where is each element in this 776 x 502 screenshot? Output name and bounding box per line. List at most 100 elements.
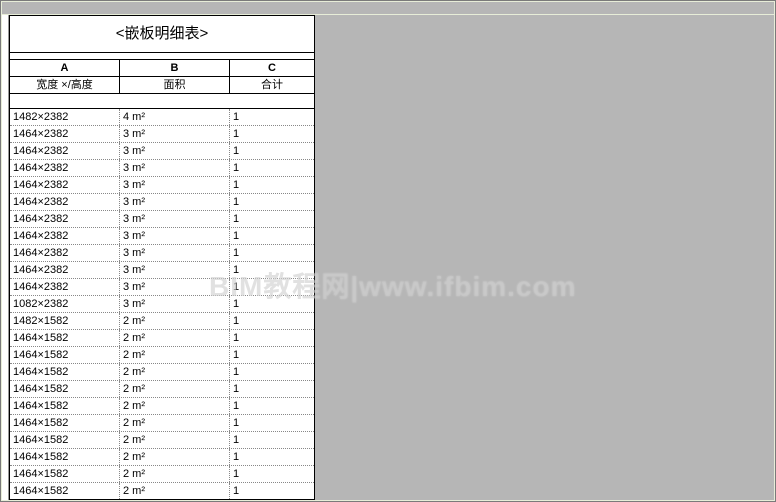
header-area[interactable]: 面积	[120, 77, 230, 93]
table-row[interactable]: 1464×23823 m²1	[10, 245, 314, 262]
cell-area[interactable]: 3 m²	[120, 296, 230, 312]
cell-area[interactable]: 3 m²	[120, 194, 230, 210]
cell-width-height[interactable]: 1464×2382	[10, 194, 120, 210]
column-letters-row: A B C	[10, 60, 314, 77]
cell-area[interactable]: 2 m²	[120, 398, 230, 414]
table-row[interactable]: 1464×15822 m²1	[10, 381, 314, 398]
table-row[interactable]: 1464×23823 m²1	[10, 126, 314, 143]
cell-area[interactable]: 3 m²	[120, 143, 230, 159]
cell-width-height[interactable]: 1482×2382	[10, 109, 120, 125]
cell-area[interactable]: 2 m²	[120, 381, 230, 397]
cell-total[interactable]: 1	[230, 211, 314, 227]
table-row[interactable]: 1464×15822 m²1	[10, 330, 314, 347]
cell-width-height[interactable]: 1464×2382	[10, 262, 120, 278]
col-letter-a[interactable]: A	[10, 60, 120, 76]
cell-total[interactable]: 1	[230, 194, 314, 210]
cell-area[interactable]: 2 m²	[120, 415, 230, 431]
cell-total[interactable]: 1	[230, 279, 314, 295]
cell-total[interactable]: 1	[230, 245, 314, 261]
cell-area[interactable]: 2 m²	[120, 432, 230, 448]
table-row[interactable]: 1464×23823 m²1	[10, 143, 314, 160]
header-width-height[interactable]: 宽度 ×/高度	[10, 77, 120, 93]
cell-area[interactable]: 2 m²	[120, 347, 230, 363]
cell-total[interactable]: 1	[230, 364, 314, 380]
cell-width-height[interactable]: 1464×2382	[10, 177, 120, 193]
table-row[interactable]: 1464×15822 m²1	[10, 449, 314, 466]
cell-area[interactable]: 3 m²	[120, 228, 230, 244]
cell-width-height[interactable]: 1464×2382	[10, 160, 120, 176]
cell-total[interactable]: 1	[230, 381, 314, 397]
cell-width-height[interactable]: 1464×1582	[10, 364, 120, 380]
table-row[interactable]: 1482×23824 m²1	[10, 109, 314, 126]
header-total[interactable]: 合计	[230, 77, 314, 93]
cell-width-height[interactable]: 1464×1582	[10, 432, 120, 448]
table-row[interactable]: 1082×23823 m²1	[10, 296, 314, 313]
table-row[interactable]: 1464×23823 m²1	[10, 177, 314, 194]
cell-width-height[interactable]: 1464×1582	[10, 330, 120, 346]
cell-width-height[interactable]: 1482×1582	[10, 313, 120, 329]
cell-total[interactable]: 1	[230, 449, 314, 465]
cell-total[interactable]: 1	[230, 415, 314, 431]
cell-area[interactable]: 3 m²	[120, 262, 230, 278]
cell-area[interactable]: 2 m²	[120, 364, 230, 380]
cell-total[interactable]: 1	[230, 143, 314, 159]
table-row[interactable]: 1464×23823 m²1	[10, 194, 314, 211]
table-row[interactable]: 1464×15822 m²1	[10, 432, 314, 449]
table-row[interactable]: 1464×15822 m²1	[10, 483, 314, 500]
cell-width-height[interactable]: 1082×2382	[10, 296, 120, 312]
cell-total[interactable]: 1	[230, 126, 314, 142]
table-row[interactable]: 1464×23823 m²1	[10, 262, 314, 279]
table-row[interactable]: 1464×15822 m²1	[10, 347, 314, 364]
table-row[interactable]: 1464×15822 m²1	[10, 415, 314, 432]
cell-area[interactable]: 4 m²	[120, 109, 230, 125]
cell-area[interactable]: 2 m²	[120, 483, 230, 499]
cell-width-height[interactable]: 1464×2382	[10, 143, 120, 159]
cell-width-height[interactable]: 1464×1582	[10, 381, 120, 397]
table-row[interactable]: 1464×23823 m²1	[10, 279, 314, 296]
table-row[interactable]: 1464×23823 m²1	[10, 211, 314, 228]
cell-area[interactable]: 2 m²	[120, 466, 230, 482]
cell-total[interactable]: 1	[230, 160, 314, 176]
cell-width-height[interactable]: 1464×2382	[10, 126, 120, 142]
cell-area[interactable]: 3 m²	[120, 126, 230, 142]
col-letter-b[interactable]: B	[120, 60, 230, 76]
cell-total[interactable]: 1	[230, 313, 314, 329]
cell-total[interactable]: 1	[230, 296, 314, 312]
cell-area[interactable]: 2 m²	[120, 313, 230, 329]
cell-total[interactable]: 1	[230, 432, 314, 448]
cell-area[interactable]: 3 m²	[120, 245, 230, 261]
cell-width-height[interactable]: 1464×2382	[10, 279, 120, 295]
cell-total[interactable]: 1	[230, 177, 314, 193]
cell-total[interactable]: 1	[230, 347, 314, 363]
cell-area[interactable]: 3 m²	[120, 211, 230, 227]
cell-area[interactable]: 2 m²	[120, 330, 230, 346]
table-row[interactable]: 1464×15822 m²1	[10, 364, 314, 381]
cell-total[interactable]: 1	[230, 330, 314, 346]
table-row[interactable]: 1464×15822 m²1	[10, 398, 314, 415]
cell-total[interactable]: 1	[230, 228, 314, 244]
cell-area[interactable]: 3 m²	[120, 160, 230, 176]
cell-width-height[interactable]: 1464×2382	[10, 245, 120, 261]
table-row[interactable]: 1464×23823 m²1	[10, 228, 314, 245]
cell-width-height[interactable]: 1464×1582	[10, 483, 120, 499]
cell-width-height[interactable]: 1464×1582	[10, 449, 120, 465]
table-row[interactable]: 1464×15822 m²1	[10, 466, 314, 483]
cell-total[interactable]: 1	[230, 483, 314, 499]
cell-width-height[interactable]: 1464×1582	[10, 398, 120, 414]
cell-width-height[interactable]: 1464×1582	[10, 347, 120, 363]
cell-total[interactable]: 1	[230, 262, 314, 278]
table-row[interactable]: 1464×23823 m²1	[10, 160, 314, 177]
cell-total[interactable]: 1	[230, 109, 314, 125]
cell-width-height[interactable]: 1464×2382	[10, 211, 120, 227]
cell-width-height[interactable]: 1464×1582	[10, 466, 120, 482]
cell-width-height[interactable]: 1464×1582	[10, 415, 120, 431]
cell-total[interactable]: 1	[230, 466, 314, 482]
col-letter-c[interactable]: C	[230, 60, 314, 76]
table-row[interactable]: 1482×15822 m²1	[10, 313, 314, 330]
cell-area[interactable]: 3 m²	[120, 177, 230, 193]
data-rows: 1482×23824 m²11464×23823 m²11464×23823 m…	[10, 109, 314, 500]
cell-area[interactable]: 3 m²	[120, 279, 230, 295]
cell-width-height[interactable]: 1464×2382	[10, 228, 120, 244]
cell-area[interactable]: 2 m²	[120, 449, 230, 465]
cell-total[interactable]: 1	[230, 398, 314, 414]
